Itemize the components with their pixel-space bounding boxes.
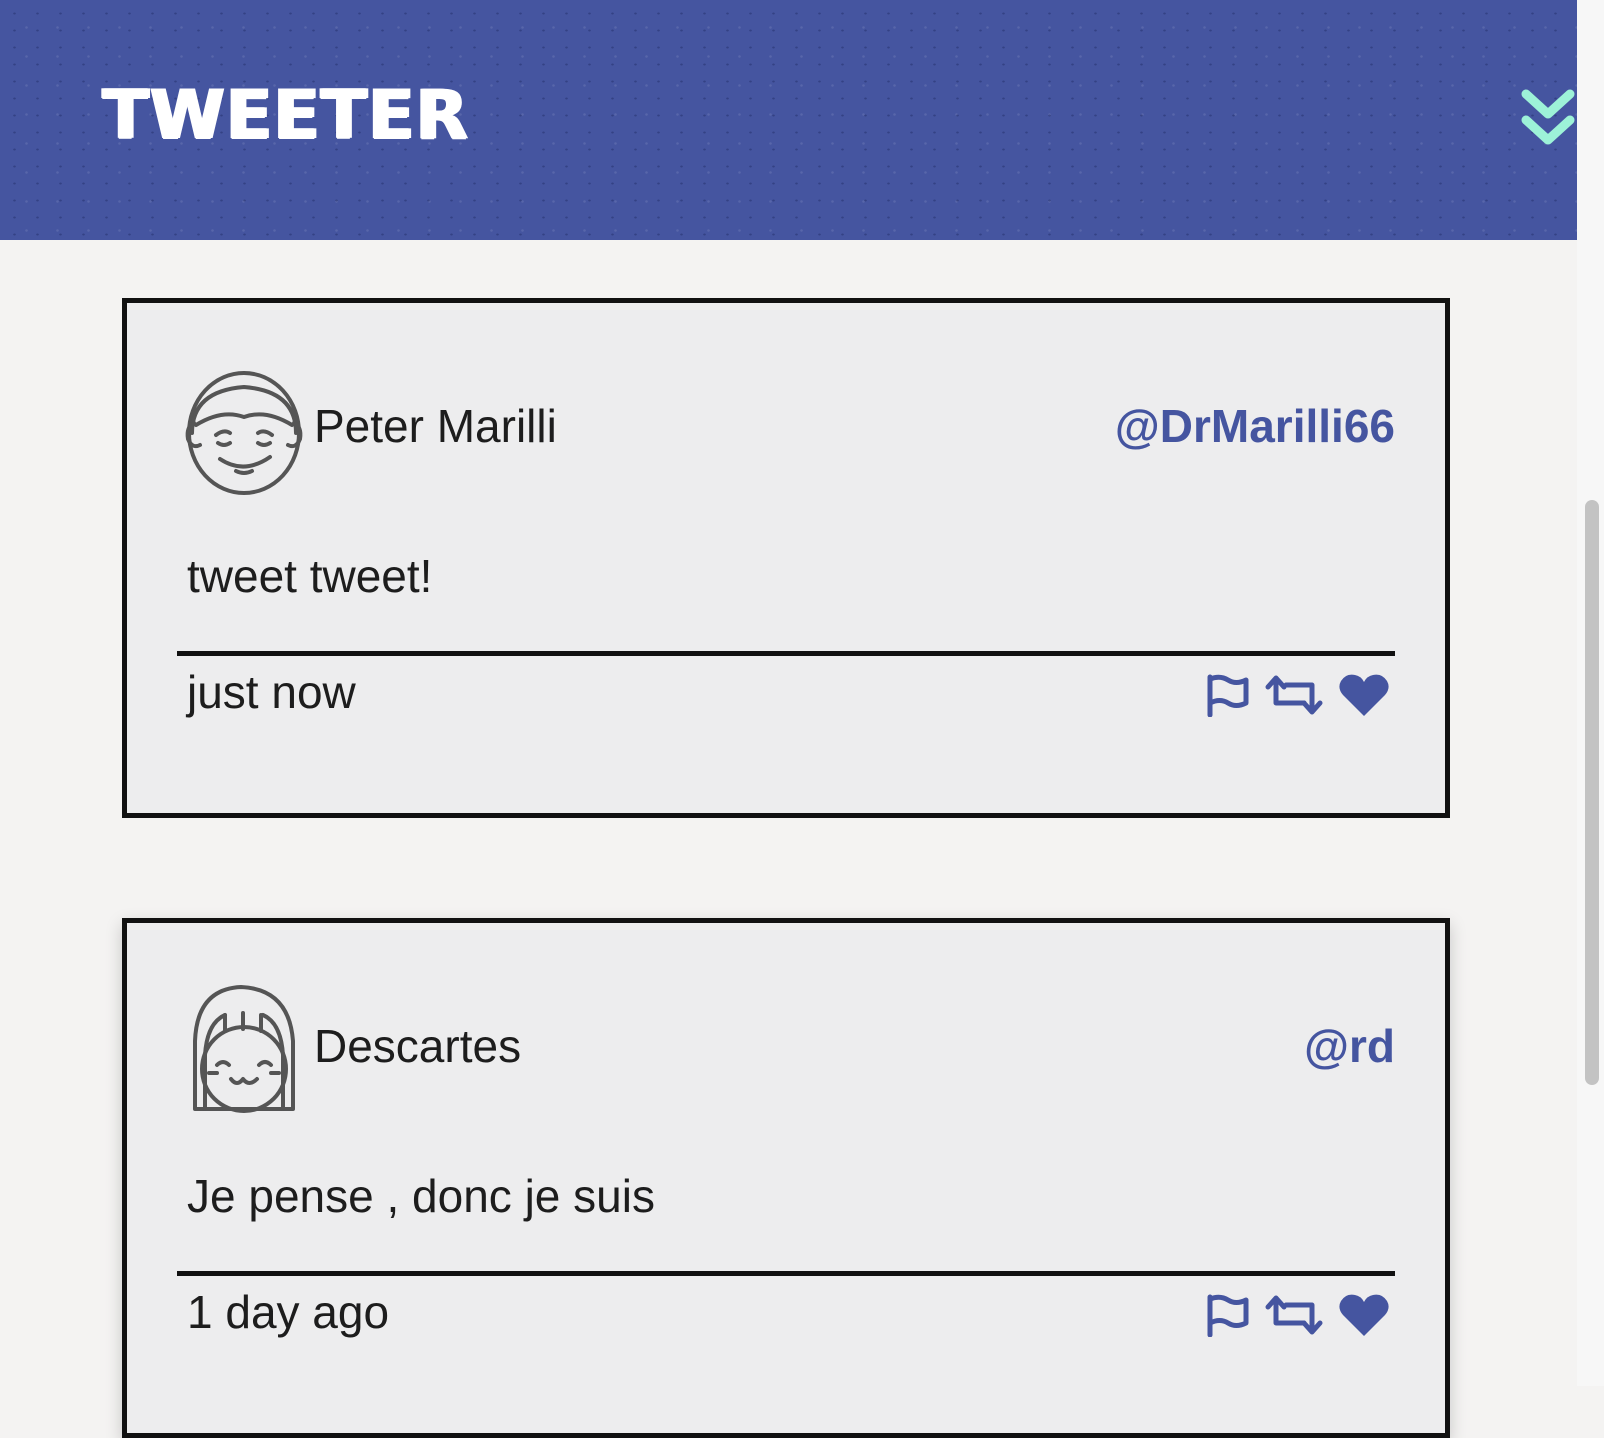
tweet-feed: Peter Marilli @DrMarilli66 tweet tweet! … bbox=[0, 240, 1577, 1438]
tweet-divider bbox=[177, 1271, 1395, 1276]
tweet-username: Descartes bbox=[314, 1020, 522, 1072]
heart-icon[interactable] bbox=[1338, 673, 1390, 722]
tweet-handle[interactable]: @DrMarilli66 bbox=[1115, 399, 1395, 454]
retweet-icon[interactable] bbox=[1264, 1293, 1324, 1342]
tweet-content: tweet tweet! bbox=[187, 550, 433, 602]
app-header: TWEETER bbox=[0, 0, 1577, 240]
flag-icon[interactable] bbox=[1204, 673, 1250, 722]
tweet-username: Peter Marilli bbox=[314, 400, 557, 452]
tweet-card: Peter Marilli @DrMarilli66 tweet tweet! … bbox=[122, 298, 1450, 818]
tweet-divider bbox=[177, 651, 1395, 656]
heart-icon[interactable] bbox=[1338, 1293, 1390, 1342]
tweet-actions bbox=[1204, 1293, 1390, 1342]
tweet-actions bbox=[1204, 673, 1390, 722]
tweet-content: Je pense , donc je suis bbox=[187, 1170, 655, 1222]
avatar bbox=[185, 983, 309, 1117]
tweet-card: Descartes @rd Je pense , donc je suis 1 … bbox=[122, 918, 1450, 1438]
tweet-handle[interactable]: @rd bbox=[1304, 1019, 1395, 1074]
tweet-timestamp: just now bbox=[187, 666, 356, 718]
avatar bbox=[182, 363, 306, 497]
tweet-timestamp: 1 day ago bbox=[187, 1286, 390, 1338]
scrollbar-thumb[interactable] bbox=[1585, 500, 1599, 1085]
app-logo: TWEETER bbox=[102, 76, 469, 155]
double-chevron-down-icon[interactable] bbox=[1520, 88, 1576, 152]
flag-icon[interactable] bbox=[1204, 1293, 1250, 1342]
scrollbar[interactable] bbox=[1577, 0, 1604, 1386]
retweet-icon[interactable] bbox=[1264, 673, 1324, 722]
